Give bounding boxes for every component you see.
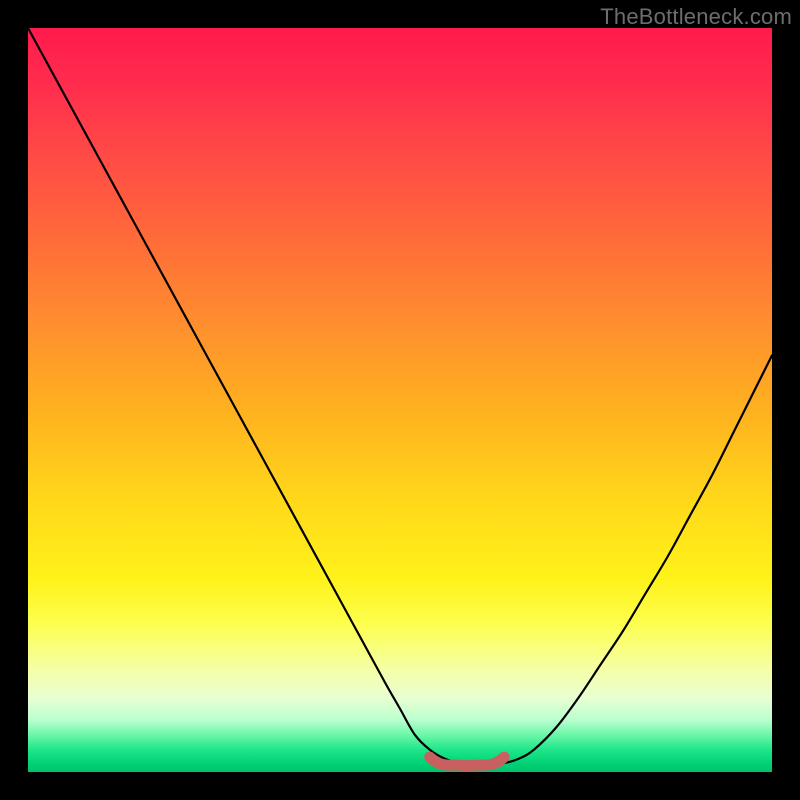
- watermark-text: TheBottleneck.com: [600, 4, 792, 30]
- chart-svg: [28, 28, 772, 772]
- chart-frame: TheBottleneck.com: [0, 0, 800, 800]
- optimal-range-marker: [430, 757, 504, 766]
- bottleneck-curve-line: [28, 28, 772, 765]
